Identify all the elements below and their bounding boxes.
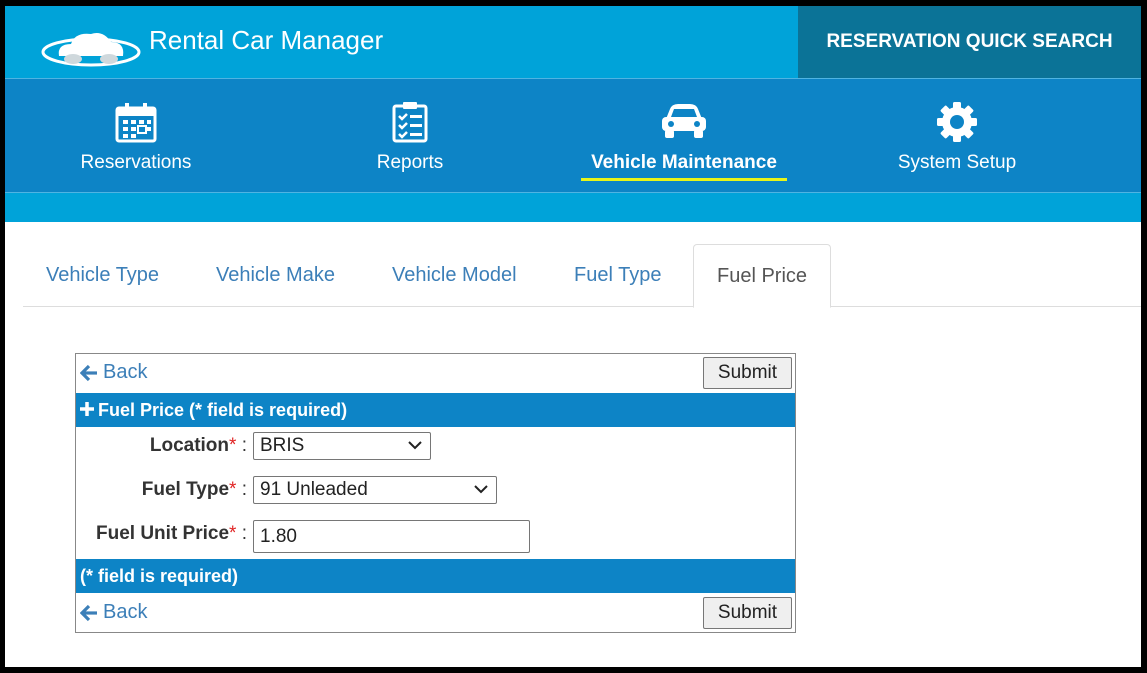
tab-vehicle-make[interactable]: Vehicle Make	[216, 244, 335, 307]
fuel-price-form: Back Submit Fuel Price (* field is requi…	[75, 353, 796, 633]
arrow-left-icon	[80, 364, 97, 381]
tab-vehicle-type[interactable]: Vehicle Type	[46, 244, 159, 307]
app-window: Rental Car Manager RESERVATION QUICK SEA…	[5, 6, 1141, 667]
fuel-unit-price-row: Fuel Unit Price* :	[76, 516, 795, 560]
plus-icon	[80, 393, 94, 427]
tab-fuel-type[interactable]: Fuel Type	[574, 244, 661, 307]
nav-label: Reservations	[80, 152, 192, 173]
location-row: Location* : BRIS	[76, 428, 795, 472]
nav-item-system-setup[interactable]: System Setup	[867, 79, 1047, 193]
nav-item-reports[interactable]: Reports	[320, 79, 500, 193]
back-label: Back	[103, 601, 148, 623]
main-nav: Reservations Reports Vehicle Maintenance…	[5, 78, 1141, 192]
nav-item-reservations[interactable]: Reservations	[46, 79, 226, 193]
sub-nav-bar	[5, 192, 1141, 222]
form-section-header: Fuel Price (* field is required)	[76, 393, 795, 427]
active-nav-underline	[581, 178, 787, 181]
top-header: Rental Car Manager RESERVATION QUICK SEA…	[5, 6, 1141, 78]
back-link[interactable]: Back	[80, 601, 147, 624]
fuel-type-label: Fuel Type* :	[141, 479, 247, 500]
gear-icon	[937, 102, 977, 142]
fuel-type-select[interactable]: 91 Unleaded	[253, 476, 497, 504]
required-marker: *	[229, 435, 237, 456]
tab-vehicle-model[interactable]: Vehicle Model	[392, 244, 517, 307]
section-title: Fuel Price (* field is required)	[98, 400, 348, 420]
nav-item-vehicle-maintenance[interactable]: Vehicle Maintenance	[574, 79, 794, 193]
app-title: Rental Car Manager	[149, 25, 384, 55]
arrow-left-icon	[80, 604, 97, 621]
location-label: Location* :	[149, 435, 247, 456]
fuel-type-row: Fuel Type* : 91 Unleaded	[76, 472, 795, 516]
reservation-quick-search-button[interactable]: RESERVATION QUICK SEARCH	[798, 6, 1141, 78]
fuel-unit-price-input[interactable]	[253, 520, 530, 553]
form-required-note: (* field is required)	[76, 559, 795, 593]
nav-label: Vehicle Maintenance	[591, 152, 777, 173]
submit-button[interactable]: Submit	[703, 597, 792, 629]
nav-label: System Setup	[897, 152, 1017, 173]
form-top-actions: Back Submit	[76, 354, 795, 392]
chevron-down-icon	[474, 485, 488, 494]
nav-label: Reports	[376, 152, 444, 173]
back-link[interactable]: Back	[80, 361, 147, 384]
calendar-icon	[115, 103, 157, 143]
location-select[interactable]: BRIS	[253, 432, 431, 460]
fuel-unit-price-label: Fuel Unit Price* :	[96, 523, 247, 544]
chevron-down-icon	[408, 441, 422, 450]
required-marker: *	[229, 523, 237, 544]
submit-button[interactable]: Submit	[703, 357, 792, 389]
car-icon	[662, 104, 706, 138]
checklist-icon	[392, 102, 428, 143]
tab-fuel-price[interactable]: Fuel Price	[693, 244, 832, 308]
car-cloud-logo-icon	[41, 33, 141, 67]
tab-bar: Vehicle Type Vehicle Make Vehicle Model …	[23, 244, 1141, 308]
form-bottom-actions: Back Submit	[76, 594, 795, 632]
required-marker: *	[229, 479, 237, 500]
back-label: Back	[103, 361, 148, 383]
